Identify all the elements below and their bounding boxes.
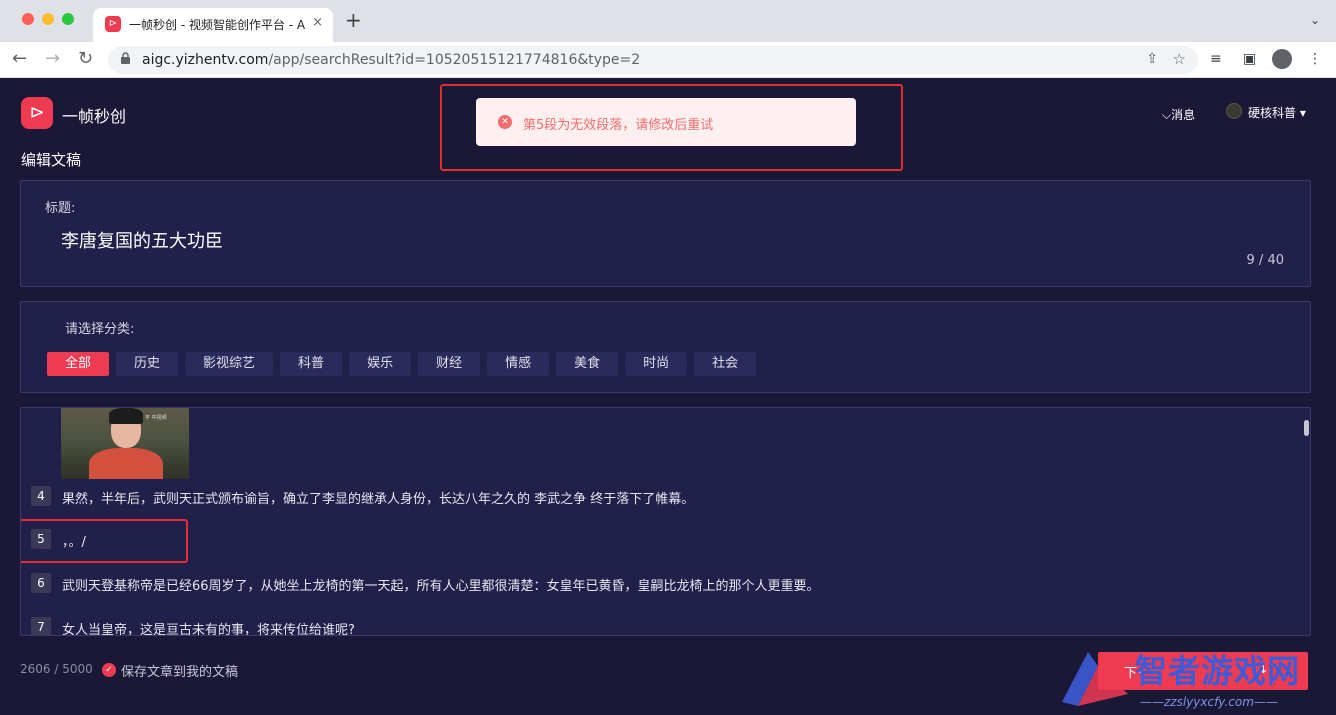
messages-label: 消息 (1171, 108, 1196, 122)
save-to-drafts-label[interactable]: 保存文章到我的文稿 (121, 661, 238, 680)
user-name: 硬核科普 (1248, 106, 1297, 120)
word-count: 2606 / 5000 (20, 662, 93, 676)
watermark-logo-icon (1062, 652, 1128, 706)
category-list: 全部 历史 影视综艺 科普 娱乐 财经 情感 美食 时尚 社会 (47, 352, 757, 376)
title-card: 标题: 李唐复国的五大功臣 9 / 40 (20, 180, 1311, 287)
thumbnail-figure-body (89, 448, 163, 479)
title-label: 标题: (45, 201, 76, 216)
category-card: 请选择分类: 全部 历史 影视综艺 科普 娱乐 财经 情感 美食 时尚 社会 (20, 301, 1311, 393)
category-chip-all[interactable]: 全部 (47, 352, 110, 376)
favicon-icon: ⊳ (105, 16, 121, 32)
user-menu[interactable]: 硬核科普 ▾ (1248, 104, 1306, 121)
paragraph-editor: 平 中视频 4 果然，半年后，武则天正式颁布谕旨，确立了李显的继承人身份，长达八… (20, 407, 1311, 636)
watermark-text: 智者游戏网 (1135, 652, 1301, 690)
reload-icon[interactable]: ↻ (78, 49, 93, 69)
lock-icon (120, 52, 131, 68)
paragraph-thumbnail[interactable]: 平 中视频 (61, 408, 189, 479)
title-char-count: 9 / 40 (1246, 253, 1284, 268)
share-icon[interactable]: ⇪ (1146, 51, 1158, 67)
category-chip-emotion[interactable]: 情感 (487, 352, 550, 376)
bookmark-star-icon[interactable]: ☆ (1173, 50, 1186, 68)
category-chip-food[interactable]: 美食 (556, 352, 619, 376)
page-title: 编辑文稿 (21, 151, 82, 169)
paragraph-text[interactable]: 果然，半年后，武则天正式颁布谕旨，确立了李显的继承人身份，长达八年之久的 李武之… (62, 488, 694, 507)
app-main: ⊳ 一帧秒创 编辑文稿 ✕ 第5段为无效段落，请修改后重试 ⌵消息 硬核科普 ▾… (0, 78, 1336, 715)
paragraph-number: 5 (31, 529, 51, 549)
window-zoom-button[interactable] (62, 13, 74, 25)
paragraph-number: 6 (31, 573, 51, 593)
category-chip-entertainment[interactable]: 娱乐 (349, 352, 412, 376)
window-close-button[interactable] (22, 13, 34, 25)
category-chip-history[interactable]: 历史 (116, 352, 179, 376)
back-icon[interactable]: ← (12, 49, 27, 69)
category-label: 请选择分类: (65, 322, 135, 337)
category-chip-society[interactable]: 社会 (694, 352, 757, 376)
logo-icon: ⊳ (21, 97, 53, 129)
category-chip-science[interactable]: 科普 (280, 352, 343, 376)
toast-message: 第5段为无效段落，请修改后重试 (523, 118, 714, 133)
user-avatar[interactable] (1226, 103, 1242, 119)
tab-close-icon[interactable]: × (312, 15, 323, 30)
title-input[interactable]: 李唐复国的五大功臣 (61, 227, 223, 253)
error-toast: ✕ 第5段为无效段落，请修改后重试 (476, 98, 856, 146)
tab-title: 一帧秒创 - 视频智能创作平台 - A (129, 18, 306, 32)
profile-avatar-icon[interactable] (1272, 49, 1292, 69)
media-control-icon[interactable]: ≡ (1210, 51, 1222, 67)
browser-tab[interactable]: ⊳ 一帧秒创 - 视频智能创作平台 - A × (93, 8, 333, 42)
messages-link[interactable]: ⌵消息 (1162, 106, 1195, 123)
category-chip-fashion[interactable]: 时尚 (625, 352, 688, 376)
scrollbar-thumb[interactable] (1304, 420, 1309, 436)
thumbnail-caption: 平 中视频 (145, 415, 167, 421)
tab-search-icon[interactable]: ⌄ (1310, 13, 1320, 27)
browser-toolbar: ← → ↻ aigc.yizhentv.com/app/searchResult… (0, 42, 1336, 78)
browser-tab-bar: ⊳ 一帧秒创 - 视频智能创作平台 - A × + ⌄ (0, 0, 1336, 42)
new-tab-button[interactable]: + (345, 10, 362, 30)
paragraph-text[interactable]: 女人当皇帝，这是亘古未有的事，将来传位给谁呢? (62, 619, 355, 635)
brand-name: 一帧秒创 (62, 107, 127, 126)
url-text: aigc.yizhentv.com/app/searchResult?id=10… (142, 52, 641, 68)
error-icon: ✕ (498, 115, 512, 129)
forward-icon[interactable]: → (45, 49, 60, 69)
category-chip-film-variety[interactable]: 影视综艺 (185, 352, 274, 376)
paragraph-number: 4 (31, 486, 51, 506)
watermark-url: ——zzslyyxcfy.com—— (1140, 695, 1278, 709)
browser-menu-icon[interactable]: ⋮ (1308, 51, 1322, 67)
save-checkbox-icon[interactable]: ✓ (102, 663, 116, 677)
side-panel-icon[interactable]: ▣ (1243, 51, 1256, 67)
paragraph-text[interactable]: ，。/ (62, 531, 86, 550)
paragraph-number: 7 (31, 617, 51, 635)
window-minimize-button[interactable] (42, 13, 54, 25)
address-bar[interactable]: aigc.yizhentv.com/app/searchResult?id=10… (108, 46, 1198, 74)
paragraph-text[interactable]: 武则天登基称帝是已经66周岁了，从她坐上龙椅的第一天起，所有人心里都很清楚：女皇… (62, 575, 820, 594)
thumbnail-figure-hair (109, 408, 143, 424)
category-chip-finance[interactable]: 财经 (418, 352, 481, 376)
